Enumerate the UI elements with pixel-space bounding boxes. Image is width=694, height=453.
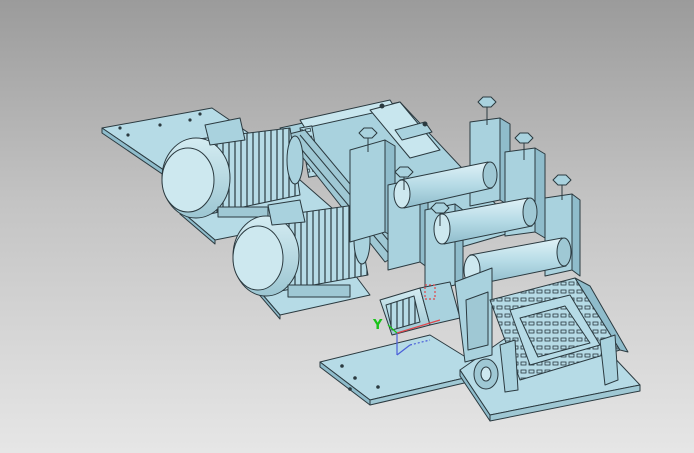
drive-sprocket — [473, 358, 499, 390]
cad-3d-viewport[interactable]: Y — [0, 0, 694, 453]
motor-bracket — [454, 267, 493, 363]
triad-y-label: Y — [373, 318, 383, 333]
gear-motor-small — [379, 281, 461, 336]
machine-assembly-model[interactable] — [0, 0, 694, 453]
